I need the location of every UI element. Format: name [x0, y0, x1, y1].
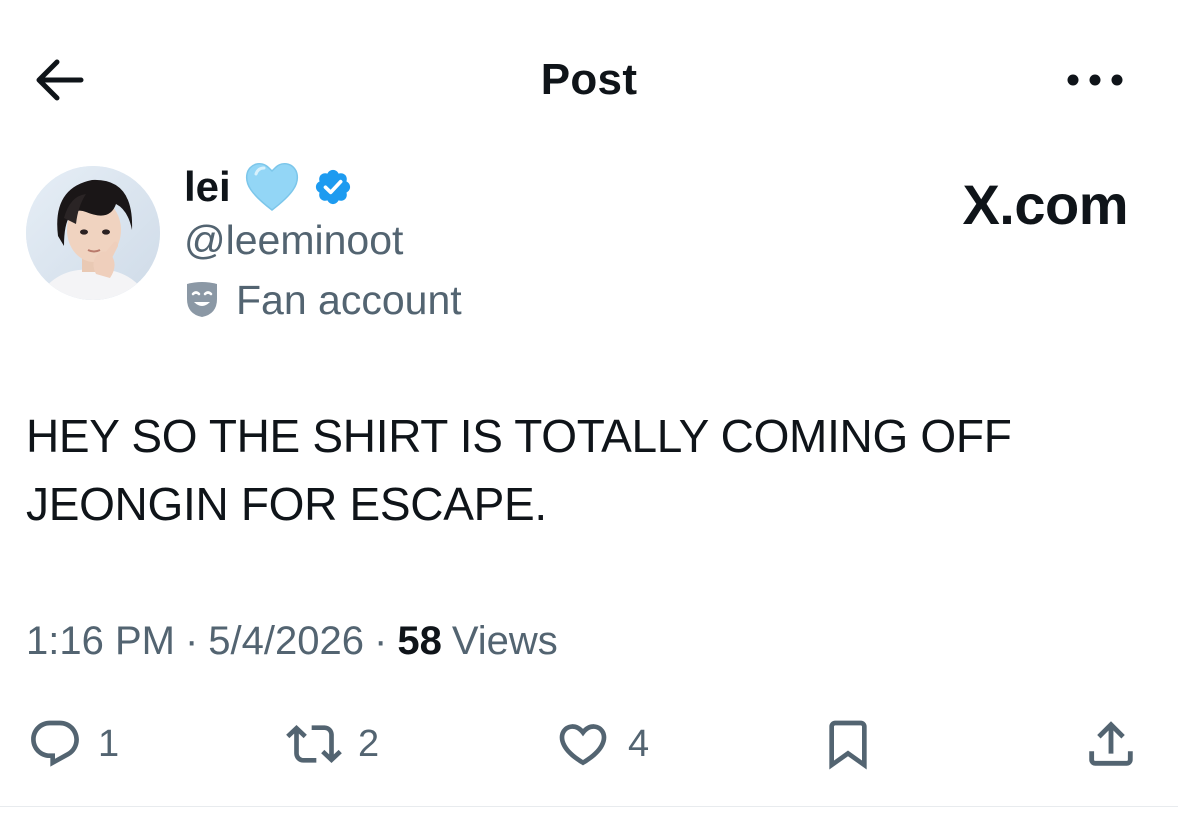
post-author: lei @leeminoot Fan account X.com	[0, 160, 1178, 330]
post-date[interactable]: 5/4/2026	[208, 619, 364, 664]
post-time[interactable]: 1:16 PM	[26, 619, 175, 664]
affiliation-text: Fan account	[236, 277, 462, 323]
bottom-divider	[0, 806, 1178, 807]
light-blue-heart-icon	[243, 160, 301, 214]
post-text: HEY SO THE SHIRT IS TOTALLY COMING OFF J…	[26, 410, 1012, 530]
views-count[interactable]: 58	[397, 619, 442, 664]
author-name-row[interactable]: lei	[184, 160, 353, 214]
author-handle[interactable]: @leeminoot	[184, 214, 403, 266]
reply-count: 1	[98, 723, 120, 765]
more-options-button[interactable]	[1060, 58, 1130, 102]
display-name: lei	[184, 163, 231, 210]
verified-badge-icon	[313, 167, 353, 207]
meta-separator: ·	[184, 618, 199, 663]
site-watermark: X.com	[962, 173, 1128, 236]
arrow-left-icon	[36, 59, 84, 101]
bookmark-button[interactable]	[820, 712, 876, 776]
heart-icon	[559, 724, 607, 766]
reply-button[interactable]: 1	[26, 712, 119, 776]
bookmark-icon	[829, 720, 867, 770]
affiliation-label: Fan account	[184, 274, 462, 326]
share-button[interactable]	[1082, 712, 1140, 776]
reply-icon	[31, 720, 79, 767]
share-icon	[1089, 721, 1133, 766]
post-meta: 1:16 PM · 5/4/2026 · 58 Views	[26, 614, 558, 668]
avatar[interactable]	[26, 166, 160, 300]
repost-button[interactable]: 2	[284, 712, 379, 776]
like-count: 4	[628, 723, 650, 765]
action-bar: 1 2 4	[0, 700, 1178, 790]
more-horizontal-icon	[1067, 74, 1123, 86]
page-title: Post	[540, 55, 638, 104]
meta-separator: ·	[374, 618, 388, 663]
avatar-image	[26, 166, 160, 300]
theater-mask-icon	[184, 281, 220, 319]
repost-icon	[286, 725, 342, 763]
top-bar: Post	[0, 0, 1178, 160]
repost-count: 2	[358, 723, 380, 765]
views-label[interactable]: Views	[452, 619, 558, 664]
back-button[interactable]	[28, 52, 90, 108]
like-button[interactable]: 4	[552, 712, 649, 776]
